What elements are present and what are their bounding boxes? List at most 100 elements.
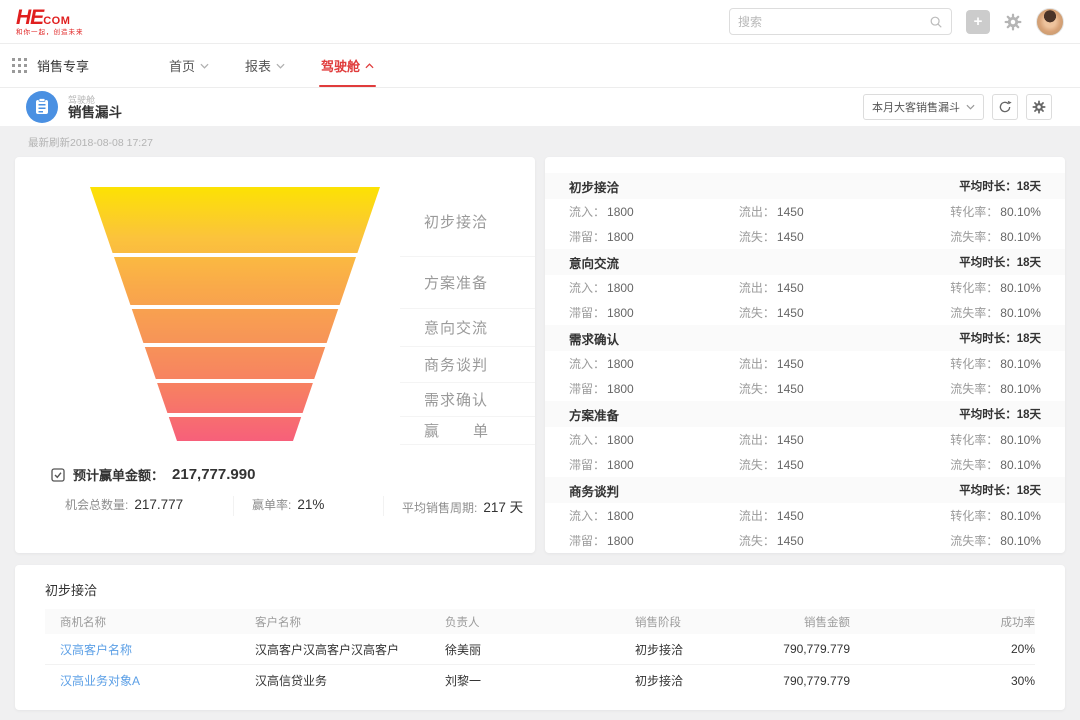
hecom-logo[interactable]: HE com 和你一起，创造未来	[16, 7, 84, 37]
active-tab-underline	[319, 85, 376, 87]
nav-item-reports[interactable]: 报表	[227, 44, 303, 87]
stage-section-header: 商务谈判 平均时长：18天	[545, 477, 1065, 503]
chart-settings-button[interactable]	[1026, 94, 1052, 120]
stage-metric: 流失：1450	[739, 300, 895, 325]
main-nav: 首页 报表 驾驶舱	[151, 44, 392, 87]
metric-value: 80.10%	[1000, 205, 1041, 219]
metric-value: 1450	[777, 382, 804, 396]
stage-duration: 平均时长：18天	[959, 178, 1041, 194]
stage-metric: 流出：1450	[739, 503, 895, 528]
stage-section: 需求确认 平均时长：18天 流入：1800流出：1450转化率：80.10%滞留…	[545, 325, 1065, 401]
stage-metric: 转化率：80.10%	[895, 427, 1041, 452]
stage-duration: 平均时长：18天	[959, 254, 1041, 270]
user-avatar[interactable]	[1036, 8, 1064, 36]
metric-label: 流入：	[569, 279, 605, 296]
add-button[interactable]: +	[966, 10, 990, 34]
table-cell: 汉高客户汉高客户汉高客户	[240, 641, 430, 658]
stage-section: 方案准备 平均时长：18天 流入：1800流出：1450转化率：80.10%滞留…	[545, 401, 1065, 477]
clipboard-icon	[34, 98, 50, 116]
funnel-segment	[132, 309, 338, 343]
stage-name: 意向交流	[569, 253, 619, 272]
stage-metric: 流出：1450	[739, 427, 895, 452]
stage-metric: 滞留：1800	[569, 376, 739, 401]
metric-label: 流失率：	[950, 456, 998, 473]
global-search[interactable]	[729, 8, 952, 35]
last-refresh-text: 最新刷新2018-08-08 17:27	[15, 126, 1065, 157]
search-icon[interactable]	[929, 15, 943, 29]
search-input[interactable]	[738, 15, 929, 29]
stage-metric: 滞留：1800	[569, 300, 739, 325]
table-header-row: 商机名称客户名称负责人销售阶段销售金额成功率	[45, 609, 1035, 634]
stage-metrics-grid: 流入：1800流出：1450转化率：80.10%滞留：1800流失：1450流失…	[545, 199, 1065, 249]
metric-label: 流失率：	[950, 304, 998, 321]
nav-item-home[interactable]: 首页	[151, 44, 227, 87]
metric-label: 流出：	[739, 355, 775, 372]
logo-text: HE com	[16, 7, 84, 28]
stage-metric: 流失率：80.10%	[895, 300, 1041, 325]
metric-value: 1800	[607, 205, 634, 219]
metric-label: 流出：	[739, 279, 775, 296]
refresh-button[interactable]	[992, 94, 1018, 120]
stage-section-header: 意向交流 平均时长：18天	[545, 249, 1065, 275]
stage-metrics-grid: 流入：1800流出：1450转化率：80.10%滞留：1800流失：1450流失…	[545, 275, 1065, 325]
metric-label: 流入：	[569, 203, 605, 220]
stage-metric: 流入：1800	[569, 503, 739, 528]
metric-value: 1800	[607, 534, 634, 548]
table-title: 初步接洽	[45, 565, 1035, 609]
funnel-label-row: 意向交流	[400, 309, 535, 347]
filter-value: 本月大客销售漏斗	[872, 99, 960, 115]
funnel-label-row: 需求确认	[400, 383, 535, 417]
funnel-filter-select[interactable]: 本月大客销售漏斗	[863, 94, 984, 120]
metric-label: 流失率：	[950, 380, 998, 397]
stat-label: 平均销售周期:	[402, 499, 477, 516]
metric-value: 1800	[607, 230, 634, 244]
chevron-down-icon	[200, 63, 209, 69]
stat-value: 21%	[297, 497, 324, 512]
opportunity-link[interactable]: 汉高客户名称	[60, 643, 132, 657]
stage-metric: 流出：1450	[739, 275, 895, 300]
metric-label: 转化率：	[950, 507, 998, 524]
settings-button[interactable]	[1004, 13, 1022, 31]
funnel-stage-label: 需求确认	[424, 389, 488, 410]
apps-grid-icon[interactable]	[12, 58, 27, 73]
gear-icon	[1032, 100, 1046, 114]
opportunity-table-card: 初步接洽 商机名称客户名称负责人销售阶段销售金额成功率 汉高客户名称 汉高客户汉高…	[15, 565, 1065, 710]
stage-metric: 滞留：1800	[569, 452, 739, 477]
metric-value: 1800	[607, 433, 634, 447]
stage-metric: 流失：1450	[739, 376, 895, 401]
metric-label: 流失：	[739, 532, 775, 549]
gear-icon	[1004, 13, 1022, 31]
stage-metric: 流出：1450	[739, 351, 895, 376]
table-cell: 20%	[850, 642, 1035, 656]
stage-metric: 流失率：80.10%	[895, 452, 1041, 477]
stage-metric: 流出：1450	[739, 199, 895, 224]
funnel-stage-label: 商务谈判	[424, 354, 488, 375]
funnel-segment	[157, 383, 313, 413]
nav-label: 报表	[245, 56, 271, 75]
funnel-stage-label: 意向交流	[424, 317, 488, 338]
stat-value: 217.777	[134, 497, 183, 512]
metric-label: 流失：	[739, 228, 775, 245]
stage-metric: 流失：1450	[739, 224, 895, 249]
metric-label: 转化率：	[950, 431, 998, 448]
metric-value: 1450	[777, 306, 804, 320]
stage-metric: 流失率：80.10%	[895, 376, 1041, 401]
opportunity-total-stat: 机会总数量: 217.777	[15, 496, 233, 516]
logo-tagline: 和你一起，创造未来	[16, 30, 84, 37]
table-cell: 刘黎一	[430, 672, 620, 689]
metric-value: 80.10%	[1000, 534, 1041, 548]
stage-section: 意向交流 平均时长：18天 流入：1800流出：1450转化率：80.10%滞留…	[545, 249, 1065, 325]
metric-value: 1800	[607, 509, 634, 523]
metric-value: 80.10%	[1000, 281, 1041, 295]
metric-value: 1450	[777, 509, 804, 523]
table-column-header: 销售金额	[760, 614, 850, 630]
table-cell: 初步接洽	[620, 672, 760, 689]
metric-value: 1800	[607, 458, 634, 472]
metric-value: 1450	[777, 230, 804, 244]
page-title: 销售漏斗	[68, 105, 122, 120]
stage-metrics-card: 初步接洽 平均时长：18天 流入：1800流出：1450转化率：80.10%滞留…	[545, 157, 1065, 553]
metric-label: 滞留：	[569, 532, 605, 549]
opportunity-link[interactable]: 汉高业务对象A	[60, 674, 140, 688]
nav-label: 首页	[169, 56, 195, 75]
nav-item-cockpit[interactable]: 驾驶舱	[303, 44, 392, 87]
